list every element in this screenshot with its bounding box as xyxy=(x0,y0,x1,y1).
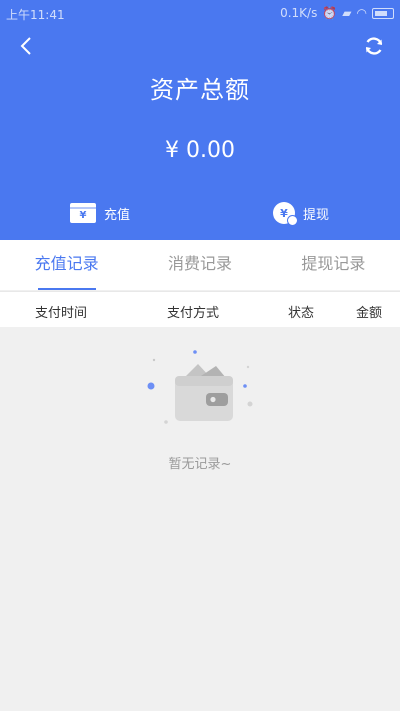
alarm-icon: ⏰ xyxy=(322,6,338,20)
column-amount: 金额 xyxy=(356,306,383,321)
network-speed: 0.1K/s xyxy=(280,6,318,20)
total-amount: ¥ 0.00 xyxy=(165,138,235,163)
column-payment-time: 支付时间 xyxy=(35,306,88,321)
tab-consumption-records[interactable]: 消费记录 xyxy=(133,240,266,290)
refresh-icon xyxy=(365,37,383,55)
tab-withdraw-records[interactable]: 提现记录 xyxy=(267,240,400,290)
signal-icon: ▰ xyxy=(342,6,352,20)
card-icon: ¥ xyxy=(70,203,96,223)
withdraw-label: 提现 xyxy=(303,207,330,223)
withdraw-button[interactable]: ¥ 提现 xyxy=(273,198,329,228)
refresh-button[interactable] xyxy=(360,32,388,60)
back-button[interactable] xyxy=(12,32,40,60)
wifi-icon: ◠ xyxy=(356,6,367,20)
coin-icon: ¥ xyxy=(273,202,298,226)
status-bar: 上午11:41 0.1K/s ⏰ ▰ ◠ xyxy=(0,0,400,28)
tab-recharge-records[interactable]: 充值记录 xyxy=(0,240,133,290)
empty-message: 暂无记录~ xyxy=(168,457,232,472)
recharge-button[interactable]: ¥ 充值 xyxy=(70,198,130,228)
table-header: 支付时间 支付方式 状态 金额 xyxy=(0,291,400,327)
chevron-left-icon xyxy=(20,37,31,55)
empty-wallet-icon xyxy=(147,350,253,424)
battery-icon xyxy=(372,7,394,19)
column-status: 状态 xyxy=(288,306,315,321)
header: 上午11:41 0.1K/s ⏰ ▰ ◠ 资产总额 ¥ 0.00 ¥ 充值 ¥ xyxy=(0,0,400,240)
record-tabs: 充值记录 消费记录 提现记录 xyxy=(0,240,400,290)
page-title: 资产总额 xyxy=(150,76,250,104)
column-payment-method: 支付方式 xyxy=(167,306,220,321)
status-time: 上午11:41 xyxy=(6,8,65,22)
status-indicators: 0.1K/s ⏰ ▰ ◠ xyxy=(280,6,394,20)
recharge-label: 充值 xyxy=(104,207,131,223)
